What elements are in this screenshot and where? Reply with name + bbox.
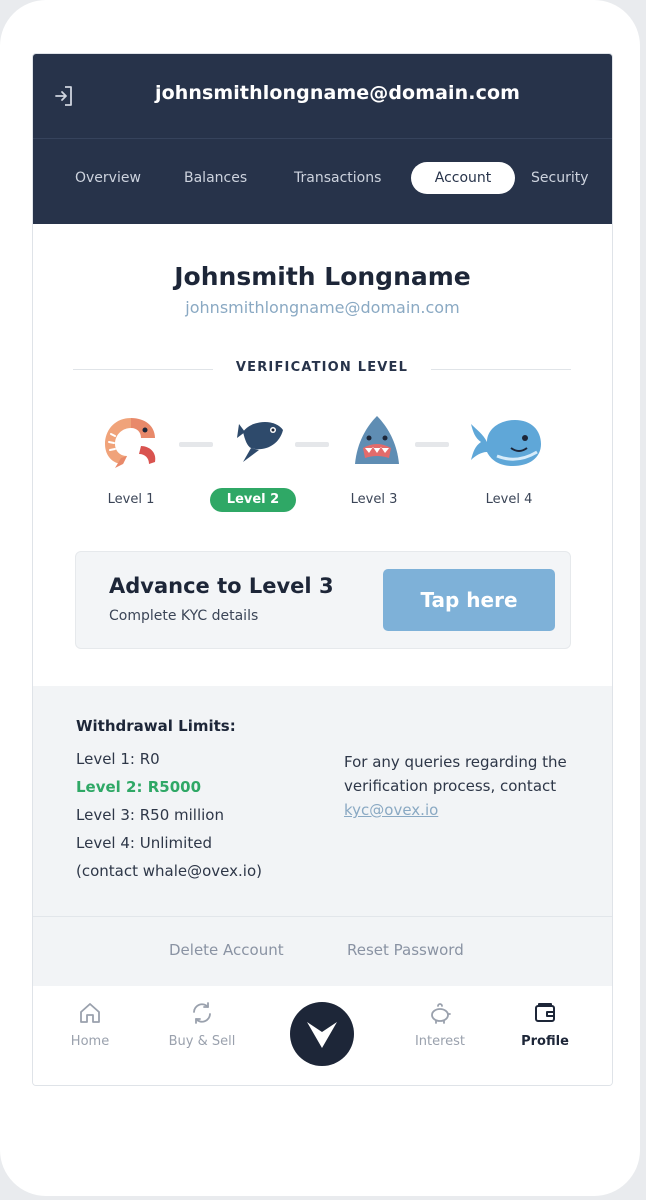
account-email-title: johnsmithlongname@domain.com [154, 82, 520, 104]
account-actions: Delete Account Reset Password [33, 916, 612, 987]
phone-frame: johnsmithlongname@domain.com Overview Ba… [0, 0, 640, 1196]
level-1-label: Level 1 [107, 492, 155, 507]
limit-level-4: Level 4: Unlimited [76, 834, 212, 852]
limit-level-1: Level 1: R0 [76, 750, 160, 768]
logout-icon[interactable] [53, 84, 75, 108]
bottom-nav: Home Buy & Sell Interest Profile [33, 986, 612, 1085]
reset-password-link[interactable]: Reset Password [347, 941, 464, 959]
app-card: johnsmithlongname@domain.com Overview Ba… [32, 53, 613, 1086]
whale-icon [471, 420, 541, 466]
ovex-logo-icon [307, 1022, 337, 1048]
tab-security[interactable]: Security [531, 162, 589, 194]
limits-title: Withdrawal Limits: [76, 717, 236, 735]
profile-email: johnsmithlongname@domain.com [185, 298, 460, 317]
nav-profile-label: Profile [521, 1034, 569, 1049]
fish-icon [237, 421, 283, 462]
withdrawal-limits-section: Withdrawal Limits: Level 1: R0 Level 2: … [33, 686, 612, 916]
verification-heading-row: VERIFICATION LEVEL [73, 360, 571, 380]
nav-profile[interactable]: Profile [500, 1000, 590, 1049]
shark-icon [355, 416, 399, 464]
nav-interest-label: Interest [414, 1034, 466, 1049]
tab-overview[interactable]: Overview [75, 162, 141, 194]
level-connector [179, 442, 213, 447]
verification-heading: VERIFICATION LEVEL [235, 360, 409, 375]
tab-account[interactable]: Account [411, 162, 515, 194]
tab-balances[interactable]: Balances [184, 162, 247, 194]
wallet-icon [535, 1003, 555, 1022]
refresh-icon [193, 1002, 211, 1024]
limit-contact: (contact whale@ovex.io) [76, 862, 262, 880]
nav-buy-sell-label: Buy & Sell [168, 1034, 236, 1049]
delete-account-link[interactable]: Delete Account [169, 941, 284, 959]
kyc-email-link[interactable]: kyc@ovex.io [344, 801, 438, 819]
limit-level-3: Level 3: R50 million [76, 806, 224, 824]
level-3-label: Level 3 [350, 492, 398, 507]
nav-home-label: Home [70, 1034, 110, 1049]
nav-home[interactable]: Home [45, 1000, 135, 1049]
header-divider [33, 138, 612, 139]
queries-note: For any queries regarding the verificati… [344, 750, 594, 822]
limit-level-2: Level 2: R5000 [76, 778, 202, 796]
advance-subtitle: Complete KYC details [109, 608, 259, 624]
tab-bar: Overview Balances Transactions Account S… [33, 162, 612, 194]
level-connector [295, 442, 329, 447]
queries-text: For any queries regarding the verificati… [344, 753, 567, 795]
tab-transactions[interactable]: Transactions [294, 162, 381, 194]
nav-interest[interactable]: Interest [395, 1000, 485, 1049]
divider [431, 369, 571, 370]
header-bar: johnsmithlongname@domain.com Overview Ba… [33, 54, 612, 224]
advance-title: Advance to Level 3 [109, 574, 334, 598]
level-4-label: Level 4 [485, 492, 533, 507]
level-connector [415, 442, 449, 447]
tap-here-button[interactable]: Tap here [383, 569, 555, 631]
piggy-bank-icon [431, 1003, 451, 1024]
shrimp-icon [105, 418, 156, 468]
ovex-home-button[interactable] [290, 1002, 354, 1066]
profile-name: Johnsmith Longname [174, 262, 471, 291]
advance-level-card: Advance to Level 3 Complete KYC details … [75, 551, 571, 649]
level-2-label: Level 2 [210, 488, 296, 512]
nav-buy-sell[interactable]: Buy & Sell [157, 1000, 247, 1049]
home-icon [80, 1003, 100, 1023]
